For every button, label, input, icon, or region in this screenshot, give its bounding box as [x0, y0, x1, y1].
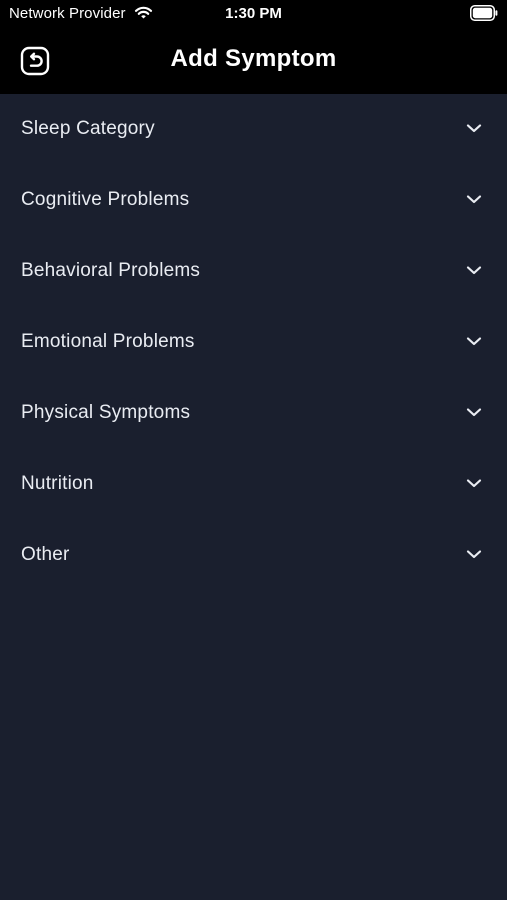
status-bar: Network Provider 1:30 PM [0, 0, 507, 28]
clock-time: 1:30 PM [225, 5, 282, 22]
category-label: Behavioral Problems [21, 260, 201, 281]
category-row-nutrition[interactable]: Nutrition [0, 449, 507, 520]
category-row-other[interactable]: Other [0, 520, 507, 591]
chevron-down-icon[interactable] [466, 477, 482, 489]
chevron-down-icon[interactable] [466, 193, 482, 205]
category-label: Emotional Problems [21, 331, 195, 352]
add-symptom-screen: Network Provider 1:30 PM Add Symptom Sle… [0, 0, 507, 900]
chevron-down-icon[interactable] [466, 122, 482, 134]
category-row-behavioral[interactable]: Behavioral Problems [0, 236, 507, 307]
chevron-down-icon[interactable] [466, 406, 482, 418]
top-bar: Network Provider 1:30 PM Add Symptom [0, 0, 507, 94]
category-label: Sleep Category [21, 118, 155, 139]
category-label: Cognitive Problems [21, 189, 190, 210]
page-title: Add Symptom [170, 45, 337, 72]
chevron-down-icon[interactable] [466, 264, 482, 276]
chevron-down-icon[interactable] [466, 548, 482, 560]
category-row-sleep[interactable]: Sleep Category [0, 94, 507, 165]
category-label: Other [21, 544, 70, 565]
battery-icon [470, 5, 498, 21]
category-row-physical[interactable]: Physical Symptoms [0, 378, 507, 449]
category-label: Physical Symptoms [21, 402, 191, 423]
category-row-emotional[interactable]: Emotional Problems [0, 307, 507, 378]
header: Add Symptom [0, 36, 507, 84]
chevron-down-icon[interactable] [466, 335, 482, 347]
category-row-cognitive[interactable]: Cognitive Problems [0, 165, 507, 236]
symptom-category-list: Sleep Category Cognitive Problems Behavi… [0, 94, 507, 591]
category-label: Nutrition [21, 473, 94, 494]
